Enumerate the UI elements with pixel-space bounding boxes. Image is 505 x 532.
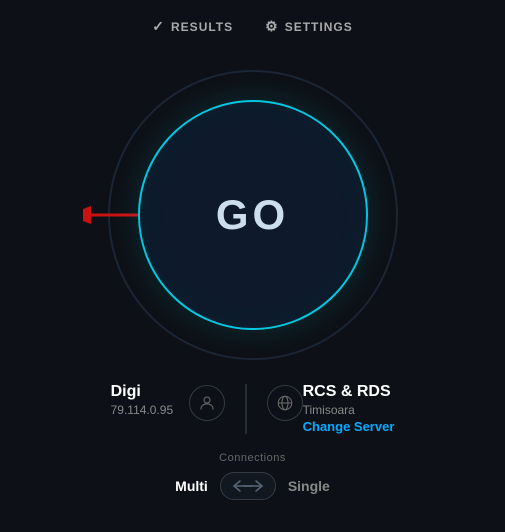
single-option[interactable]: Single: [288, 478, 330, 494]
server-info-block: RCS & RDS Timisoara Change Server: [303, 383, 395, 434]
settings-label[interactable]: SETTINGS: [285, 20, 353, 34]
globe-icon: [276, 394, 294, 412]
divider: [245, 384, 247, 434]
connections-toggle: Multi Single: [175, 472, 330, 500]
isp-ip: 79.114.0.95: [111, 403, 174, 417]
server-name: RCS & RDS: [303, 383, 391, 401]
change-server-link[interactable]: Change Server: [303, 419, 395, 434]
go-label[interactable]: GO: [216, 191, 289, 239]
results-label[interactable]: RESULTS: [171, 20, 233, 34]
connections-area: Connections Multi Single: [0, 452, 505, 500]
isp-name: Digi: [111, 383, 141, 401]
info-row: Digi 79.114.0.95 RCS & RDS Timisoara Cha…: [0, 383, 505, 434]
connections-label: Connections: [219, 452, 286, 464]
user-icon-circle: [189, 385, 225, 421]
multi-option[interactable]: Multi: [175, 478, 208, 494]
globe-icon-circle: [267, 385, 303, 421]
user-icon: [198, 394, 216, 412]
header: ✓ RESULTS ⚙ SETTINGS: [0, 0, 505, 45]
speedtest-circle-area: GO: [93, 55, 413, 375]
arrows-icon: [230, 477, 266, 495]
server-name-row: RCS & RDS: [303, 383, 391, 401]
results-icon: ✓: [152, 18, 165, 35]
server-location: Timisoara: [303, 403, 355, 417]
results-nav[interactable]: ✓ RESULTS: [152, 18, 233, 35]
settings-nav[interactable]: ⚙ SETTINGS: [265, 18, 353, 35]
toggle-arrows-icon: [224, 477, 272, 495]
isp-info-block: Digi 79.114.0.95: [111, 383, 190, 417]
go-button[interactable]: GO: [138, 100, 368, 330]
toggle-switch[interactable]: [220, 472, 276, 500]
settings-icon: ⚙: [265, 18, 279, 35]
